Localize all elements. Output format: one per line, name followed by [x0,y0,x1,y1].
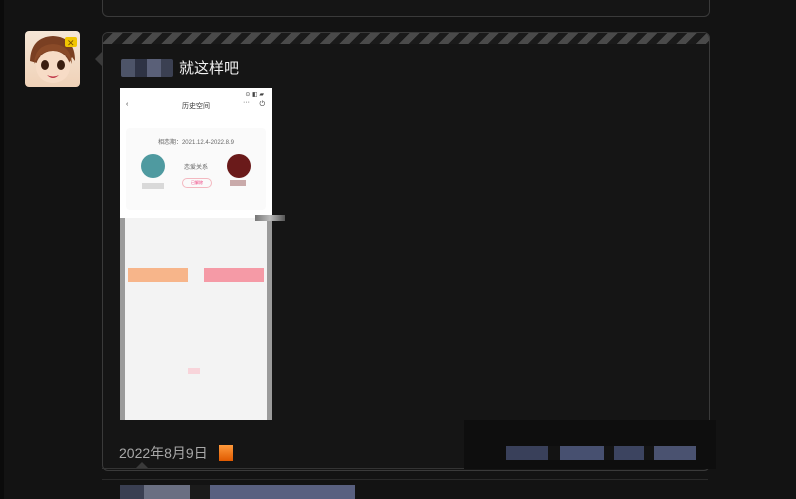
partner-a-avatar [141,154,165,178]
left-edge [0,0,4,499]
app-header: ‹ 历史空间 ··· ⏻ [120,98,272,114]
screenshot-lower-area [120,218,272,420]
post-text: 就这样吧 [179,60,240,77]
previous-post-card [102,0,710,17]
relationship-info-card: 相恋期：2021.12.4-2022.8.9 恋爱关系 已解除 [126,128,266,210]
relationship-label: 恋爱关系 [184,165,209,171]
power-icon: ⏻ [259,101,265,108]
status-bar-icons: ⊙ ◧ ▰ [245,92,264,98]
author-name-blurred[interactable] [121,59,173,77]
pink-mark-blurred [188,368,200,374]
post-card: 就这样吧 ⊙ ◧ ▰ ‹ 历史空间 ··· ⏻ 相恋期：2021.12.4-20… [102,32,710,471]
blur-edge-right [267,218,272,420]
post-image[interactable]: ⊙ ◧ ▰ ‹ 历史空间 ··· ⏻ 相恋期：2021.12.4-2022.8.… [120,88,272,420]
more-icon: ··· [243,99,250,106]
relationship-status-pill: 已解除 [182,178,212,188]
action-panel [464,420,716,469]
svg-text:✕: ✕ [67,38,75,48]
post-actions-blurred[interactable] [506,446,696,460]
post-header-stripe [103,33,709,44]
anime-avatar-icon: ✕ [30,36,77,83]
blur-edge-left [120,218,125,420]
orange-badge-icon[interactable] [219,445,233,461]
partner-a-name-blurred [142,183,164,189]
post-pointer [95,52,102,66]
floating-blur-mark [255,215,285,221]
partner-b-name-blurred [230,180,246,186]
post-date: 2022年8月9日 [119,445,208,461]
orange-banner-blurred [128,268,188,282]
next-post-text-blurred [120,485,355,499]
partner-b-avatar [227,154,251,178]
next-card-divider [102,479,708,480]
relationship-period: 相恋期：2021.12.4-2022.8.9 [157,140,235,146]
pink-banner-blurred [204,268,264,282]
author-avatar[interactable]: ✕ [25,31,80,87]
